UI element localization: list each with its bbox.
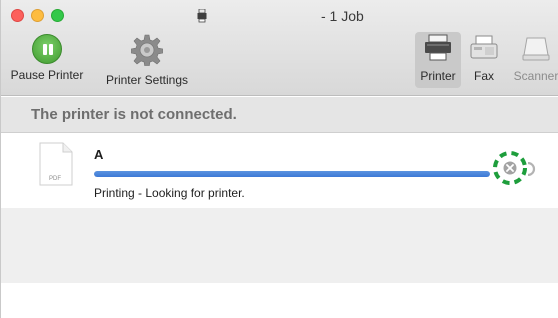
- job-progress-bar: [94, 171, 490, 177]
- job-name: A: [94, 147, 104, 162]
- tab-fax-label: Fax: [473, 69, 494, 83]
- tab-fax[interactable]: Fax: [465, 34, 503, 83]
- tab-printer-label: Printer: [420, 69, 456, 83]
- fax-icon: [470, 35, 498, 59]
- tab-scanner[interactable]: Scanner: [509, 34, 558, 83]
- scanner-icon: [522, 37, 550, 61]
- printer-icon: [425, 34, 451, 61]
- cancel-icon: [493, 151, 527, 185]
- minimize-window-button[interactable]: [31, 9, 44, 22]
- zoom-window-button[interactable]: [51, 9, 64, 22]
- toolbar: - 1 Job Pause Printer Printer Settings P…: [1, 0, 558, 96]
- job-progress-fill: [94, 171, 490, 177]
- gear-icon: [130, 34, 164, 68]
- pause-icon: [32, 34, 62, 64]
- printer-settings-label: Printer Settings: [105, 73, 189, 87]
- printer-status-banner: The printer is not connected.: [1, 97, 558, 133]
- printer-settings-button[interactable]: Printer Settings: [93, 34, 201, 87]
- resume-icon[interactable]: [526, 162, 536, 176]
- cancel-job-button[interactable]: [493, 151, 527, 185]
- printer-icon: [197, 9, 207, 23]
- queue-empty-row: [1, 208, 558, 283]
- print-job-row[interactable]: PDF A Printing - Looking for printer.: [1, 134, 558, 208]
- window-title: - 1 Job: [321, 8, 364, 24]
- pause-printer-button[interactable]: Pause Printer: [5, 34, 89, 82]
- pdf-document-icon: PDF: [39, 142, 73, 186]
- tab-printer[interactable]: Printer: [415, 32, 461, 88]
- file-type-label: PDF: [49, 176, 61, 182]
- tab-scanner-label: Scanner: [513, 69, 558, 83]
- queue-empty-row: [1, 283, 558, 318]
- pause-printer-label: Pause Printer: [10, 68, 84, 82]
- printer-queue-window: - 1 Job Pause Printer Printer Settings P…: [0, 0, 558, 318]
- close-window-button[interactable]: [11, 9, 24, 22]
- job-status-text: Printing - Looking for printer.: [94, 186, 245, 200]
